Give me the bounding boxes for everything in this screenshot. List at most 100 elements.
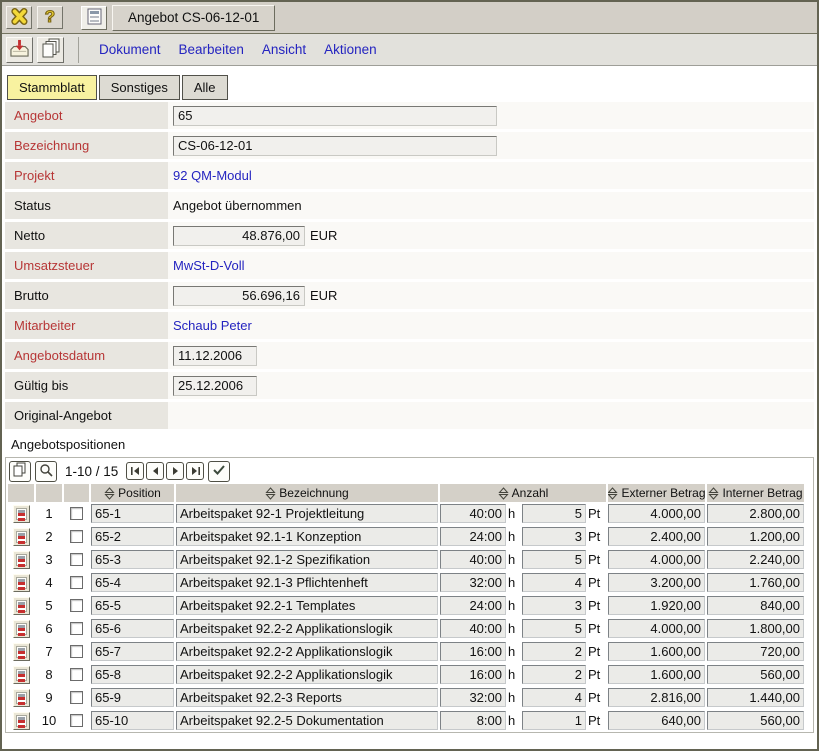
prev-page-button[interactable]	[146, 462, 164, 480]
position-item-icon[interactable]	[13, 528, 30, 546]
persontage-input[interactable]: 5	[522, 504, 586, 523]
last-page-button[interactable]	[186, 462, 204, 480]
hours-input[interactable]: 8:00	[440, 711, 506, 730]
position-input[interactable]: 65-7	[91, 642, 174, 661]
persontage-input[interactable]: 2	[522, 642, 586, 661]
hours-input[interactable]: 16:00	[440, 642, 506, 661]
menu-item[interactable]: Aktionen	[324, 42, 377, 57]
search-rows-button[interactable]	[35, 461, 57, 482]
position-item-icon[interactable]	[13, 666, 30, 684]
row-select-checkbox[interactable]	[70, 622, 83, 635]
position-input[interactable]: 65-5	[91, 596, 174, 615]
row-select-checkbox[interactable]	[70, 576, 83, 589]
position-input[interactable]: 65-3	[91, 550, 174, 569]
row-select-checkbox[interactable]	[70, 599, 83, 612]
position-item-icon[interactable]	[13, 551, 30, 569]
row-select-checkbox[interactable]	[70, 668, 83, 681]
position-input[interactable]: 65-1	[91, 504, 174, 523]
persontage-input[interactable]: 4	[522, 688, 586, 707]
document-type-button[interactable]	[81, 6, 107, 30]
interner-betrag-input[interactable]: 1.760,00	[707, 573, 804, 592]
hours-input[interactable]: 32:00	[440, 688, 506, 707]
persontage-input[interactable]: 5	[522, 550, 586, 569]
close-button[interactable]	[6, 6, 32, 29]
help-button[interactable]: ?	[37, 6, 63, 29]
bezeichnung-input[interactable]: Arbeitspaket 92.2-2 Applikationslogik	[176, 665, 438, 684]
hours-input[interactable]: 40:00	[440, 550, 506, 569]
hours-input[interactable]: 32:00	[440, 573, 506, 592]
menu-item[interactable]: Ansicht	[262, 42, 306, 57]
bezeichnung-input[interactable]: Arbeitspaket 92.2-5 Dokumentation	[176, 711, 438, 730]
row-select-checkbox[interactable]	[70, 553, 83, 566]
copy-button[interactable]	[37, 37, 64, 63]
position-item-icon[interactable]	[13, 505, 30, 523]
interner-betrag-input[interactable]: 560,00	[707, 665, 804, 684]
header-anzahl[interactable]: Anzahl	[440, 484, 606, 502]
bezeichnung-input[interactable]: Arbeitspaket 92.2-2 Applikationslogik	[176, 642, 438, 661]
interner-betrag-input[interactable]: 720,00	[707, 642, 804, 661]
hours-input[interactable]: 24:00	[440, 527, 506, 546]
amount-input[interactable]: 48.876,00	[173, 226, 305, 246]
row-select-checkbox[interactable]	[70, 714, 83, 727]
date-input[interactable]: 11.12.2006	[173, 346, 257, 366]
interner-betrag-input[interactable]: 560,00	[707, 711, 804, 730]
sort-icon[interactable]	[608, 487, 618, 500]
position-item-icon[interactable]	[13, 597, 30, 615]
position-input[interactable]: 65-10	[91, 711, 174, 730]
header-externer-betrag[interactable]: Externer Betrag	[608, 484, 705, 502]
interner-betrag-input[interactable]: 2.800,00	[707, 504, 804, 523]
tab[interactable]: Stammblatt	[7, 75, 97, 100]
bezeichnung-input[interactable]: Arbeitspaket 92-1 Projektleitung	[176, 504, 438, 523]
persontage-input[interactable]: 4	[522, 573, 586, 592]
externer-betrag-input[interactable]: 1.600,00	[608, 665, 705, 684]
externer-betrag-input[interactable]: 1.600,00	[608, 642, 705, 661]
tab[interactable]: Sonstiges	[99, 75, 180, 100]
row-select-checkbox[interactable]	[70, 530, 83, 543]
sort-icon[interactable]	[498, 487, 509, 500]
value-link[interactable]: 92 QM-Modul	[173, 168, 252, 183]
bezeichnung-input[interactable]: Arbeitspaket 92.1-1 Konzeption	[176, 527, 438, 546]
externer-betrag-input[interactable]: 1.920,00	[608, 596, 705, 615]
hours-input[interactable]: 24:00	[440, 596, 506, 615]
bezeichnung-input[interactable]: Arbeitspaket 92.1-2 Spezifikation	[176, 550, 438, 569]
date-input[interactable]: 25.12.2006	[173, 376, 257, 396]
header-interner-betrag[interactable]: Interner Betrag	[707, 484, 804, 502]
value-link[interactable]: MwSt-D-Voll	[173, 258, 245, 273]
persontage-input[interactable]: 3	[522, 596, 586, 615]
interner-betrag-input[interactable]: 1.200,00	[707, 527, 804, 546]
menu-item[interactable]: Bearbeiten	[179, 42, 244, 57]
position-input[interactable]: 65-6	[91, 619, 174, 638]
save-button[interactable]	[6, 37, 33, 63]
position-input[interactable]: 65-4	[91, 573, 174, 592]
position-input[interactable]: 65-9	[91, 688, 174, 707]
hours-input[interactable]: 40:00	[440, 504, 506, 523]
persontage-input[interactable]: 5	[522, 619, 586, 638]
sort-icon[interactable]	[265, 487, 276, 500]
position-item-icon[interactable]	[13, 574, 30, 592]
sort-icon[interactable]	[708, 487, 719, 500]
position-input[interactable]: 65-2	[91, 527, 174, 546]
tab[interactable]: Alle	[182, 75, 228, 100]
persontage-input[interactable]: 1	[522, 711, 586, 730]
row-select-checkbox[interactable]	[70, 507, 83, 520]
header-bezeichnung[interactable]: Bezeichnung	[176, 484, 438, 502]
interner-betrag-input[interactable]: 2.240,00	[707, 550, 804, 569]
amount-input[interactable]: 56.696,16	[173, 286, 305, 306]
persontage-input[interactable]: 3	[522, 527, 586, 546]
sort-icon[interactable]	[104, 487, 115, 500]
row-select-checkbox[interactable]	[70, 691, 83, 704]
position-item-icon[interactable]	[13, 620, 30, 638]
bezeichnung-input[interactable]: Arbeitspaket 92.2-2 Applikationslogik	[176, 619, 438, 638]
interner-betrag-input[interactable]: 1.440,00	[707, 688, 804, 707]
position-item-icon[interactable]	[13, 643, 30, 661]
copy-rows-button[interactable]	[9, 461, 31, 482]
select-all-button[interactable]	[208, 461, 230, 482]
position-item-icon[interactable]	[13, 689, 30, 707]
bezeichnung-input[interactable]: Arbeitspaket 92.1-3 Pflichtenheft	[176, 573, 438, 592]
externer-betrag-input[interactable]: 3.200,00	[608, 573, 705, 592]
interner-betrag-input[interactable]: 1.800,00	[707, 619, 804, 638]
bezeichnung-input[interactable]: Arbeitspaket 92.2-1 Templates	[176, 596, 438, 615]
externer-betrag-input[interactable]: 640,00	[608, 711, 705, 730]
externer-betrag-input[interactable]: 4.000,00	[608, 504, 705, 523]
first-page-button[interactable]	[126, 462, 144, 480]
